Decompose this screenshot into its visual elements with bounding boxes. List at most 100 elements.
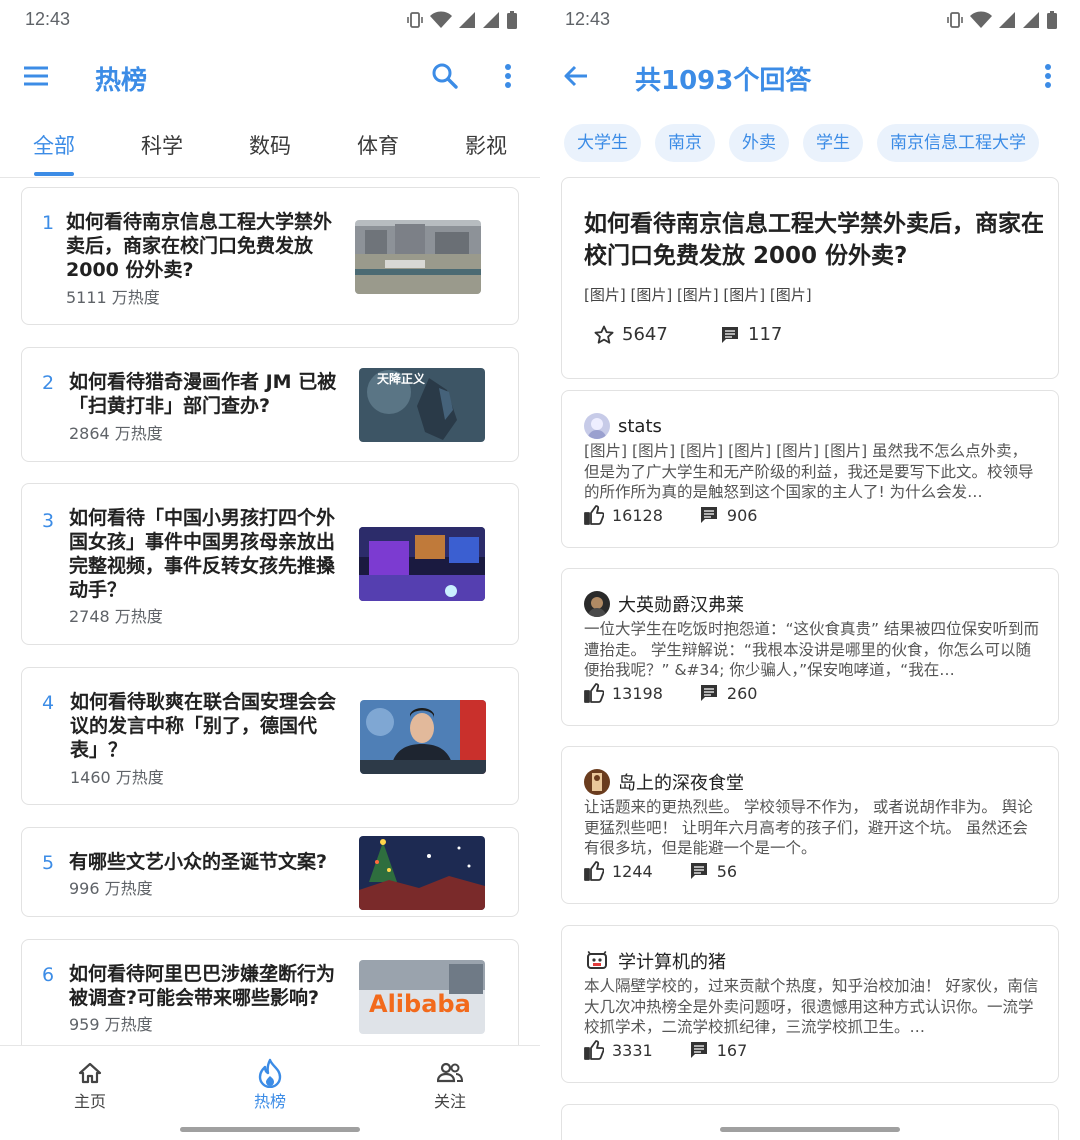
answer-excerpt: 让话题来的更热烈些。 学校领导不作为， 或者说胡作非为。 舆论更猛烈些吧！ 让明…	[584, 798, 1033, 857]
status-icons	[946, 10, 1058, 30]
nav-follow-label: 关注	[433, 1092, 466, 1111]
flame-icon	[258, 1058, 282, 1088]
star-icon	[594, 325, 614, 344]
comment-stat[interactable]: 56	[689, 861, 737, 881]
avatar	[584, 413, 610, 439]
answer-author[interactable]: 学计算机的猪	[584, 948, 726, 974]
answers-screen: 12:43 共1093个回答 大学生 南京 外卖 学生 南京信息工程大学 如何看…	[540, 0, 1080, 1140]
more-vert-icon[interactable]	[1028, 56, 1068, 96]
thumb-up-icon	[584, 505, 604, 525]
answer-card-partial[interactable]	[561, 1104, 1059, 1140]
tab-all[interactable]: 全部	[24, 130, 84, 160]
back-arrow-icon[interactable]	[556, 56, 596, 96]
question-title: 如何看待南京信息工程大学禁外卖后，商家在校门口免费发放 2000 份外卖?	[584, 211, 1044, 269]
page-title: 共1093个回答	[635, 66, 812, 96]
topic-chip[interactable]: 学生	[803, 124, 863, 162]
status-time: 12:43	[565, 9, 611, 29]
comment-count: 260	[726, 683, 758, 703]
people-icon	[437, 1062, 463, 1083]
comment-count: 906	[726, 505, 758, 525]
search-icon[interactable]	[425, 56, 465, 96]
topic-chip[interactable]: 南京	[655, 124, 715, 162]
answer-author[interactable]: 岛上的深夜食堂	[584, 769, 744, 795]
answer-card[interactable]: 学计算机的猪 本人隔壁学校的，过来贡献个热度，知乎治校加油！ 好家伙，南信大几次…	[561, 925, 1059, 1083]
status-bar: 12:43	[0, 0, 540, 40]
answer-stats: 16128 906	[584, 505, 793, 525]
topic-chip[interactable]: 外卖	[729, 124, 789, 162]
hot-item[interactable]: 1 如何看待南京信息工程大学禁外卖后，商家在校门口免费发放 2000 份外卖? …	[21, 187, 519, 325]
nav-hot[interactable]: 热榜	[220, 1058, 320, 1112]
nav-follow[interactable]: 关注	[400, 1058, 500, 1112]
answer-excerpt: 一位大学生在吃饭时抱怨道：“这伙食真贵” 结果被四位保安听到而遭抬走。 学生辩解…	[584, 620, 1039, 679]
hot-item[interactable]: 4 如何看待耿爽在联合国安理会会议的发言中称「别了，德国代表」？ 1460 万热…	[21, 667, 519, 805]
answer-card[interactable]: stats [图片] [图片] [图片] [图片] [图片] [图片] 虽然我不…	[561, 390, 1059, 548]
battery-icon	[507, 11, 517, 29]
more-vert-icon[interactable]	[488, 56, 528, 96]
signal-icon	[459, 12, 475, 28]
like-count: 13198	[612, 683, 663, 703]
thumb-up-icon	[584, 1040, 604, 1060]
comment-icon	[700, 685, 717, 701]
answer-excerpt: 本人隔壁学校的，过来贡献个热度，知乎治校加油！ 好家伙，南信大几次冲热榜全是外卖…	[584, 977, 1039, 1036]
avatar	[584, 769, 610, 795]
tab-sports[interactable]: 体育	[348, 130, 408, 160]
hot-heat: 2864 万热度	[69, 424, 163, 443]
comment-count: 167	[716, 1040, 748, 1060]
bottom-nav: 主页 热榜 关注	[0, 1045, 540, 1140]
comment-icon	[690, 863, 707, 879]
answer-card[interactable]: 岛上的深夜食堂 让话题来的更热烈些。 学校领导不作为， 或者说胡作非为。 舆论更…	[561, 746, 1059, 904]
comment-stat[interactable]: 906	[699, 505, 758, 525]
like-stat[interactable]: 16128	[584, 505, 663, 525]
thumb-up-icon	[584, 683, 604, 703]
nav-home[interactable]: 主页	[40, 1058, 140, 1112]
signal-icon-2	[1023, 12, 1039, 28]
hot-thumb-text: 天降正义	[377, 371, 426, 386]
answer-author[interactable]: stats	[584, 413, 662, 439]
vibrate-icon	[947, 12, 963, 28]
tab-film[interactable]: 影视	[456, 130, 516, 160]
like-stat[interactable]: 1244	[584, 861, 653, 881]
question-card[interactable]: 如何看待南京信息工程大学禁外卖后，商家在校门口免费发放 2000 份外卖? [图…	[561, 177, 1059, 379]
answer-stats: 13198 260	[584, 683, 793, 703]
like-count: 16128	[612, 505, 663, 525]
hot-item[interactable]: 5 有哪些文艺小众的圣诞节文案? 996 万热度	[21, 827, 519, 917]
answer-author[interactable]: 大英勋爵汉弗莱	[584, 591, 744, 617]
comment-icon	[700, 507, 717, 523]
answer-stats: 3331 167	[584, 1040, 783, 1060]
comment-stat[interactable]: 117	[720, 324, 782, 345]
tabs-divider	[0, 177, 540, 178]
like-stat[interactable]: 13198	[584, 683, 663, 703]
hot-rank: 6	[42, 964, 55, 986]
hot-thumb-text: Alibaba	[369, 990, 471, 1018]
answer-card[interactable]: 大英勋爵汉弗莱 一位大学生在吃饭时抱怨道：“这伙食真贵” 结果被四位保安听到而遭…	[561, 568, 1059, 726]
topic-chips: 大学生 南京 外卖 学生 南京信息工程大学	[564, 124, 1039, 164]
comment-count: 117	[748, 324, 783, 345]
tab-digital[interactable]: 数码	[240, 130, 300, 160]
signal-icon	[999, 12, 1015, 28]
topic-chip[interactable]: 大学生	[564, 124, 641, 162]
comment-icon	[690, 1042, 707, 1058]
answer-excerpt: [图片] [图片] [图片] [图片] [图片] [图片] 虽然我不怎么点外卖，…	[584, 442, 1034, 501]
hot-rank: 5	[42, 852, 55, 874]
hot-item[interactable]: 3 如何看待「中国小男孩打四个外国女孩」事件中国男孩母亲放出完整视频，事件反转女…	[21, 483, 519, 645]
status-time: 12:43	[25, 9, 71, 29]
like-stat[interactable]: 3331	[584, 1040, 653, 1060]
tab-science[interactable]: 科学	[132, 130, 192, 160]
app-bar: 共1093个回答	[540, 48, 1080, 104]
battery-icon	[1047, 11, 1057, 29]
nav-home-label: 主页	[73, 1092, 106, 1111]
hot-heat: 959 万热度	[69, 1015, 153, 1034]
comment-stat[interactable]: 167	[689, 1040, 748, 1060]
comment-stat[interactable]: 260	[699, 683, 758, 703]
hot-item[interactable]: 2 如何看待猎奇漫画作者 JM 已被「扫黄打非」部门查办? 2864 万热度 天…	[21, 347, 519, 462]
hot-heat: 5111 万热度	[66, 288, 160, 307]
topic-chip[interactable]: 南京信息工程大学	[877, 124, 1039, 162]
answer-stats: 1244 56	[584, 861, 773, 881]
menu-icon[interactable]	[16, 56, 56, 96]
hot-rank: 1	[42, 212, 55, 234]
gesture-bar	[180, 1127, 360, 1132]
follow-stat[interactable]: 5647	[594, 324, 668, 345]
hot-title: 如何看待阿里巴巴涉嫌垄断行为被调查?可能会带来哪些影响?	[69, 963, 336, 1009]
vibrate-icon	[407, 12, 423, 28]
signal-icon-2	[483, 12, 499, 28]
